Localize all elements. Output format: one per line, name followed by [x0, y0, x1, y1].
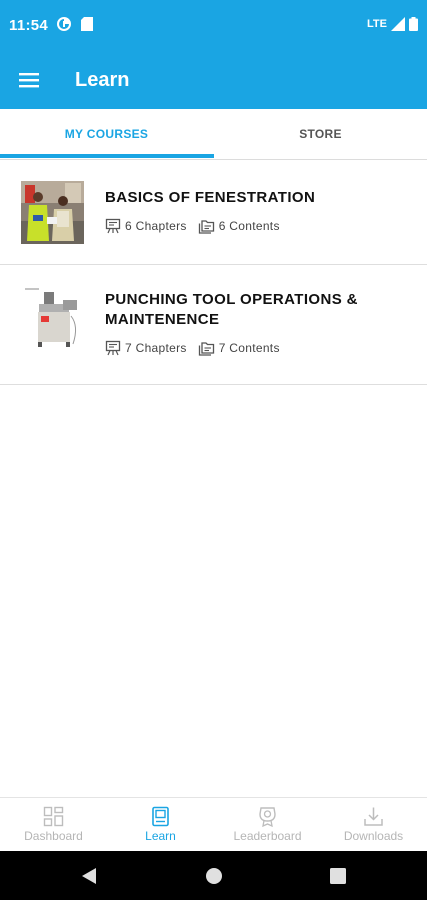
home-icon[interactable]: [205, 866, 223, 886]
trophy-badge-icon: [259, 807, 276, 827]
network-type-label: LTE: [367, 18, 387, 30]
nav-item-downloads[interactable]: Downloads: [320, 798, 427, 852]
sd-card-icon: [81, 17, 93, 31]
course-thumbnail-image: [21, 181, 84, 244]
app-bar: Learn: [0, 52, 427, 109]
download-icon: [364, 807, 383, 826]
system-navigation-bar: [0, 851, 427, 900]
tab-store[interactable]: STORE: [214, 109, 427, 159]
signal-icon: [391, 17, 405, 31]
bottom-navigation: Dashboard Learn Leaderboard Downloads: [0, 797, 427, 851]
contents-count: 7 Contents: [198, 340, 280, 356]
course-thumbnail-image: [21, 286, 84, 349]
recents-icon[interactable]: [329, 866, 347, 886]
chapters-label: 7 Chapters: [125, 341, 187, 355]
nav-label-dashboard: Dashboard: [24, 829, 83, 843]
content-stack-icon: [198, 342, 214, 356]
nav-item-learn[interactable]: Learn: [107, 798, 214, 852]
course-tabs: MY COURSES STORE: [0, 109, 427, 160]
page-title: Learn: [75, 69, 130, 91]
presentation-board-icon: [105, 218, 121, 234]
course-meta: 6 Chapters 6 Contents: [105, 218, 291, 234]
nav-label-learn: Learn: [145, 829, 176, 843]
contents-count: 6 Contents: [198, 218, 280, 234]
nav-item-dashboard[interactable]: Dashboard: [0, 798, 107, 852]
course-title: PUNCHING TOOL OPERATIONS & MAINTENENCE: [105, 291, 358, 328]
content-stack-icon: [198, 220, 214, 234]
contents-label: 7 Contents: [218, 341, 280, 355]
back-icon[interactable]: [80, 866, 98, 886]
chapters-count: 6 Chapters: [105, 218, 187, 234]
menu-button[interactable]: [14, 65, 44, 95]
status-bar: 11:54 LTE: [0, 0, 427, 52]
presentation-board-icon: [105, 340, 121, 356]
course-list-item[interactable]: PUNCHING TOOL OPERATIONS & MAINTENENCE 7…: [0, 265, 427, 385]
nav-label-leaderboard: Leaderboard: [233, 829, 302, 843]
dashboard-icon: [43, 806, 64, 827]
data-saver-icon: [57, 17, 71, 31]
contents-label: 6 Contents: [218, 219, 280, 233]
status-time: 11:54: [9, 17, 49, 34]
course-title: BASICS OF FENESTRATION: [105, 189, 316, 206]
nav-label-downloads: Downloads: [343, 829, 404, 843]
hamburger-menu-icon: [19, 73, 39, 88]
nav-item-leaderboard[interactable]: Leaderboard: [214, 798, 321, 852]
active-tab-indicator: [0, 154, 214, 158]
status-indicators: LTE: [367, 17, 418, 31]
course-meta: 7 Chapters 7 Contents: [105, 340, 291, 356]
course-list-item[interactable]: BASICS OF FENESTRATION 6 Chapters 6 Cont…: [0, 160, 427, 265]
tab-my-courses[interactable]: MY COURSES: [0, 109, 213, 159]
course-thumbnail: [21, 286, 84, 349]
book-icon: [152, 806, 169, 827]
chapters-count: 7 Chapters: [105, 340, 187, 356]
chapters-label: 6 Chapters: [125, 219, 187, 233]
battery-icon: [409, 17, 418, 31]
course-thumbnail: [21, 181, 84, 244]
